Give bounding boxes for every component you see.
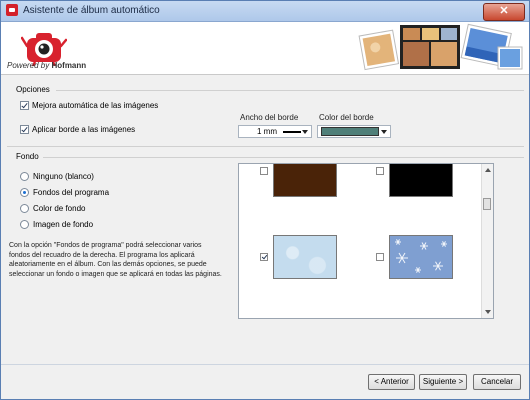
radio-none[interactable] [20, 172, 29, 181]
radio-program[interactable] [20, 188, 29, 197]
radio-option-color[interactable]: Color de fondo [20, 204, 85, 213]
background-thumbnail-snowflakes[interactable] [389, 235, 453, 279]
scroll-up-arrow-icon[interactable] [485, 168, 491, 172]
gallery-scrollbar[interactable] [481, 164, 493, 318]
cancel-button[interactable]: Cancelar [473, 374, 521, 390]
auto-improve-label: Mejora automática de las imágenes [32, 101, 159, 110]
next-button[interactable]: Siguiente > [419, 374, 467, 390]
background-checkbox-1[interactable] [260, 167, 268, 175]
border-width-label: Ancho del borde [240, 113, 299, 122]
snowflake-pattern-icon [395, 239, 447, 273]
background-thumbnail-light-blue[interactable] [273, 235, 337, 279]
wizard-window: Asistente de álbum automático ✕ Powered … [0, 0, 530, 400]
border-width-value: 1 mm [257, 127, 277, 136]
line-sample [283, 130, 301, 133]
background-checkbox-2[interactable] [376, 167, 384, 175]
radio-option-none[interactable]: Ninguno (blanco) [20, 172, 94, 181]
scroll-thumb[interactable] [483, 198, 491, 210]
background-thumbnail-brown[interactable] [273, 164, 337, 197]
background-thumbnail-black[interactable] [389, 164, 453, 197]
powered-by-label: Powered by Hofmann [7, 61, 86, 70]
back-button[interactable]: < Anterior [368, 374, 415, 390]
chevron-down-icon [302, 130, 308, 134]
fondo-separator [43, 157, 524, 158]
apply-border-label: Aplicar borde a las imágenes [32, 125, 136, 134]
camera-mascot-icon [21, 33, 67, 66]
powered-prefix: Powered by [7, 61, 50, 70]
photo-collage-icon [358, 23, 523, 71]
radio-color-label: Color de fondo [33, 204, 86, 213]
auto-improve-option[interactable]: Mejora automática de las imágenes [20, 101, 158, 110]
background-section-title: Fondo [16, 152, 39, 161]
fondo-top-separator [7, 146, 524, 147]
window-title: Asistente de álbum automático [23, 5, 160, 16]
background-checkbox-3[interactable] [260, 253, 268, 261]
radio-color[interactable] [20, 204, 29, 213]
auto-improve-checkbox[interactable] [20, 101, 29, 110]
title-bar[interactable]: Asistente de álbum automático ✕ [1, 1, 529, 22]
brand-name: Hofmann [51, 61, 87, 70]
border-width-dropdown[interactable]: 1 mm [238, 125, 312, 138]
border-color-dropdown[interactable] [317, 125, 391, 138]
chevron-down-icon [381, 130, 387, 134]
apply-border-option[interactable]: Aplicar borde a las imágenes [20, 125, 135, 134]
background-gallery[interactable] [238, 163, 494, 319]
background-description: Con la opción "Fondos de programa" podrá… [9, 242, 222, 278]
background-checkbox-4[interactable] [376, 253, 384, 261]
close-button[interactable]: ✕ [483, 3, 525, 21]
apply-border-checkbox[interactable] [20, 125, 29, 134]
radio-image-label: Imagen de fondo [33, 220, 94, 229]
options-section-title: Opciones [16, 85, 50, 94]
header-banner: Powered by Hofmann [1, 22, 529, 75]
footer-separator [1, 364, 529, 365]
radio-option-image[interactable]: Imagen de fondo [20, 220, 93, 229]
radio-option-program[interactable]: Fondos del programa [20, 188, 109, 197]
border-color-label: Color del borde [319, 113, 374, 122]
app-icon [6, 4, 18, 16]
radio-image[interactable] [20, 220, 29, 229]
scroll-down-arrow-icon[interactable] [485, 310, 491, 314]
radio-program-label: Fondos del programa [33, 188, 110, 197]
radio-none-label: Ninguno (blanco) [33, 172, 94, 181]
options-separator [56, 90, 524, 91]
border-color-swatch [321, 127, 379, 136]
